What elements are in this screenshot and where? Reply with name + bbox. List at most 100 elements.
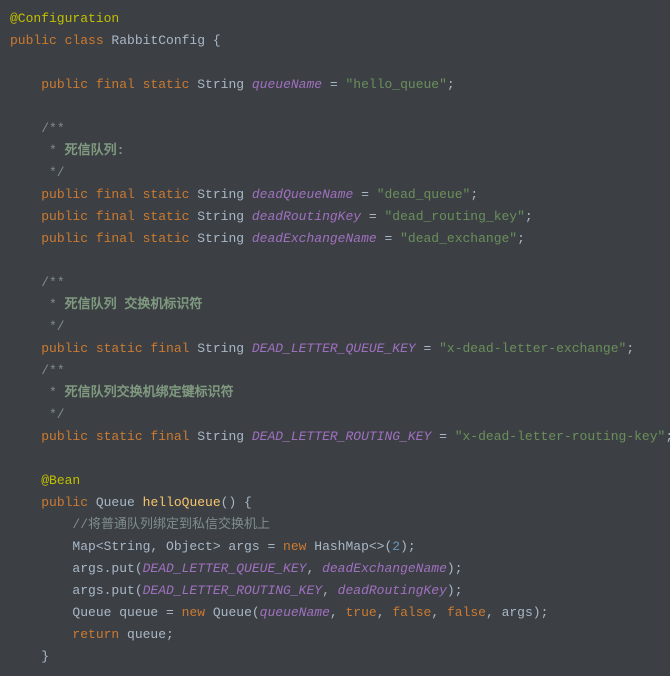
code-token: DEAD_LETTER_QUEUE_KEY — [252, 341, 416, 356]
code-token: deadQueueName — [252, 187, 353, 202]
code-line: public final static String queueName = "… — [10, 77, 455, 92]
code-editor[interactable]: @Configuration public class RabbitConfig… — [10, 8, 660, 668]
code-token — [10, 429, 41, 444]
code-token: String — [197, 231, 252, 246]
code-token: = — [353, 187, 376, 202]
code-line: Queue queue = new Queue(queueName, true,… — [10, 605, 548, 620]
code-token — [10, 341, 41, 356]
code-line: public Queue helloQueue() { — [10, 495, 252, 510]
code-line: * 死信队列交换机绑定键标识符 — [10, 385, 234, 400]
code-token: = — [377, 231, 400, 246]
code-token: Queue — [96, 495, 143, 510]
code-token — [10, 495, 41, 510]
code-token: * — [10, 143, 65, 158]
code-token: , args); — [486, 605, 548, 620]
code-token: ); — [400, 539, 416, 554]
code-token: ; — [665, 429, 670, 444]
code-token: () { — [221, 495, 252, 510]
code-token: 死信队列: — [65, 143, 125, 158]
code-token: String — [197, 209, 252, 224]
code-line: args.put(DEAD_LETTER_ROUTING_KEY, deadRo… — [10, 583, 463, 598]
code-token: /** — [41, 363, 64, 378]
code-token: DEAD_LETTER_QUEUE_KEY — [143, 561, 307, 576]
code-token — [10, 187, 41, 202]
code-line: public final static String deadQueueName… — [10, 187, 478, 202]
code-token: true — [346, 605, 377, 620]
code-token: String — [197, 77, 252, 92]
code-token: */ — [10, 319, 65, 334]
code-token: deadExchangeName — [322, 561, 447, 576]
code-token: args.put( — [10, 583, 143, 598]
code-token — [10, 77, 41, 92]
code-token: */ — [10, 165, 65, 180]
code-token: * — [10, 385, 65, 400]
code-token: public class — [10, 33, 111, 48]
code-line: } — [10, 649, 49, 664]
code-token: , — [306, 561, 322, 576]
code-token: RabbitConfig — [111, 33, 212, 48]
code-token: public static final — [41, 429, 197, 444]
code-token — [10, 121, 41, 136]
code-line: public class RabbitConfig { — [10, 33, 221, 48]
code-token: = — [416, 341, 439, 356]
code-token: = — [361, 209, 384, 224]
code-line: Map<String, Object> args = new HashMap<>… — [10, 539, 416, 554]
code-token: false — [392, 605, 431, 620]
code-token: , — [330, 605, 346, 620]
code-token — [10, 517, 72, 532]
code-token: new — [182, 605, 213, 620]
code-line: * 死信队列: — [10, 143, 124, 158]
code-token: public static final — [41, 341, 197, 356]
code-token: 2 — [392, 539, 400, 554]
code-line: @Bean — [10, 473, 80, 488]
code-line: /** — [10, 121, 65, 136]
code-token: "dead_queue" — [377, 187, 471, 202]
code-line: args.put(DEAD_LETTER_QUEUE_KEY, deadExch… — [10, 561, 463, 576]
code-token: //将普通队列绑定到私信交换机上 — [72, 517, 270, 532]
code-token — [10, 627, 72, 642]
code-token: String — [197, 187, 252, 202]
code-line: return queue; — [10, 627, 174, 642]
code-token: queueName — [252, 77, 322, 92]
code-token: deadRoutingKey — [252, 209, 361, 224]
code-line: public final static String deadRoutingKe… — [10, 209, 533, 224]
code-token: HashMap<>( — [314, 539, 392, 554]
code-token: , — [377, 605, 393, 620]
code-token: /** — [41, 275, 64, 290]
code-token: @Configuration — [10, 11, 119, 26]
code-token: public final static — [41, 187, 197, 202]
code-token: public final static — [41, 209, 197, 224]
code-token: deadRoutingKey — [338, 583, 447, 598]
code-token: ; — [447, 77, 455, 92]
code-token: "x-dead-letter-exchange" — [439, 341, 626, 356]
code-token: queue; — [127, 627, 174, 642]
code-token: * — [10, 297, 65, 312]
code-token: "x-dead-letter-routing-key" — [455, 429, 666, 444]
code-line: * 死信队列 交换机标识符 — [10, 297, 202, 312]
code-token: , — [322, 583, 338, 598]
code-token — [10, 275, 41, 290]
code-token: /** — [41, 121, 64, 136]
code-line: */ — [10, 165, 65, 180]
code-token: "hello_queue" — [345, 77, 446, 92]
code-line: */ — [10, 407, 65, 422]
code-token: "dead_exchange" — [400, 231, 517, 246]
code-token: } — [10, 649, 49, 664]
code-token: ); — [447, 561, 463, 576]
code-token: String — [197, 429, 252, 444]
code-token: 死信队列 交换机标识符 — [65, 297, 203, 312]
code-token: = — [431, 429, 454, 444]
code-token — [10, 363, 41, 378]
code-token: deadExchangeName — [252, 231, 377, 246]
code-token — [10, 473, 41, 488]
code-token: return — [72, 627, 127, 642]
code-token — [10, 231, 41, 246]
code-token: args.put( — [10, 561, 143, 576]
code-token: ; — [470, 187, 478, 202]
code-token: new — [283, 539, 314, 554]
code-token: */ — [10, 407, 65, 422]
code-token: public — [41, 495, 96, 510]
code-token: queueName — [260, 605, 330, 620]
code-line: //将普通队列绑定到私信交换机上 — [10, 517, 270, 532]
code-line: public final static String deadExchangeN… — [10, 231, 525, 246]
